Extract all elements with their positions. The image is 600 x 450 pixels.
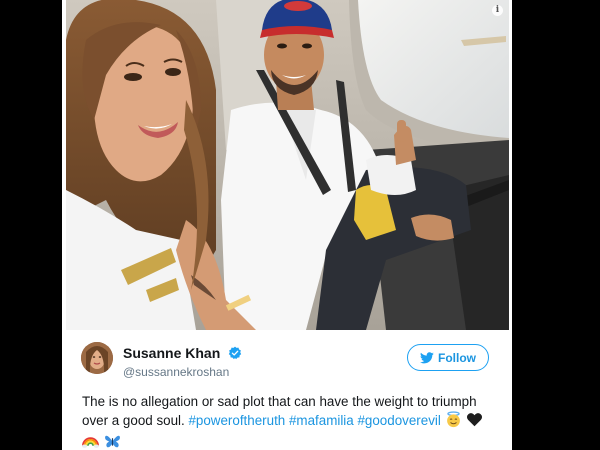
embedded-tweet-card: i Susanne Khan @sussannekroshan Follow T… bbox=[62, 0, 512, 450]
tweet-photo[interactable]: i bbox=[66, 0, 509, 330]
twitter-bird-icon bbox=[420, 351, 434, 363]
tweet-text: The is no allegation or sad plot that ca… bbox=[82, 392, 497, 450]
hashtag-link[interactable]: #poweroftheruth bbox=[188, 413, 285, 428]
display-name[interactable]: Susanne Khan bbox=[123, 345, 220, 361]
butterfly-icon bbox=[104, 433, 121, 450]
avatar[interactable] bbox=[81, 342, 113, 374]
selfie-image bbox=[66, 0, 509, 330]
user-handle[interactable]: @sussannekroshan bbox=[123, 365, 242, 379]
verified-badge-icon bbox=[228, 346, 242, 360]
hashtag-link[interactable]: #goodoverevil bbox=[357, 413, 440, 428]
author-block: Susanne Khan @sussannekroshan bbox=[123, 344, 242, 379]
info-icon[interactable]: i bbox=[492, 5, 503, 16]
hashtag-link[interactable]: #mafamilia bbox=[289, 413, 354, 428]
follow-label: Follow bbox=[438, 350, 476, 365]
black-heart-icon bbox=[466, 411, 483, 433]
follow-button[interactable]: Follow bbox=[407, 344, 489, 371]
tweet-body: Susanne Khan @sussannekroshan Follow The… bbox=[62, 330, 512, 450]
smiling-face-with-halo-icon bbox=[445, 411, 462, 433]
rainbow-icon bbox=[82, 433, 99, 450]
avatar-image bbox=[81, 342, 113, 374]
page-frame: i Susanne Khan @sussannekroshan Follow T… bbox=[0, 0, 600, 450]
